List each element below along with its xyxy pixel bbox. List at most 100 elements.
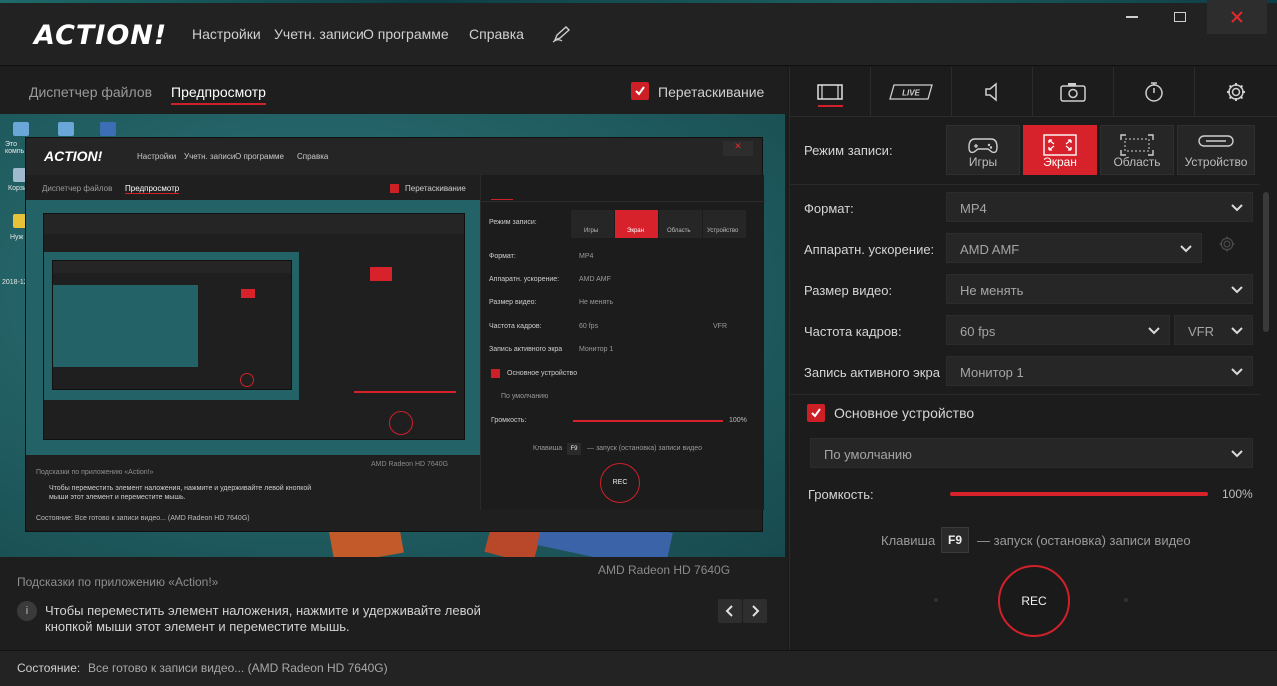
nested-hotkey-desc: — запуск (остановка) записи видео xyxy=(587,445,703,452)
menu-accounts[interactable]: Учетн. записи xyxy=(274,26,364,42)
right-pane: LIVE Режим записи: Игры Экран Область Ус… xyxy=(789,67,1277,650)
nested-logo: ACTION! xyxy=(44,148,103,164)
nested-mode-games: Игры xyxy=(584,228,599,234)
nested-mic-device: По умолчанию xyxy=(501,393,549,400)
nested-row-label: Частота кадров: xyxy=(489,323,542,330)
pen-icon[interactable] xyxy=(552,25,572,43)
nested3-window xyxy=(52,260,292,390)
tab-settings[interactable] xyxy=(1195,67,1276,117)
nested-row-label: Размер видео: xyxy=(489,299,537,306)
desktop-label-note: Нуж xyxy=(10,234,24,241)
nested-gpu-label: AMD Radeon HD 7640G xyxy=(371,461,449,468)
mode-region-button[interactable]: Область xyxy=(1100,125,1174,175)
tab-file-manager[interactable]: Диспетчер файлов xyxy=(29,84,152,100)
live-icon: LIVE xyxy=(889,84,933,100)
tab-screenshot[interactable] xyxy=(1033,67,1114,117)
chevron-down-icon xyxy=(1180,245,1192,253)
volume-label: Громкость: xyxy=(808,487,874,502)
monitor-dropdown[interactable]: Монитор 1 xyxy=(946,356,1253,386)
nested-preview-canvas xyxy=(26,200,480,455)
monitor-value: Монитор 1 xyxy=(960,365,1024,380)
volume-slider[interactable] xyxy=(950,492,1208,496)
video-size-dropdown[interactable]: Не менять xyxy=(946,274,1253,304)
audio-device-dropdown[interactable]: По умолчанию xyxy=(810,438,1253,468)
scrollbar[interactable] xyxy=(1263,192,1269,332)
menu-help[interactable]: Справка xyxy=(469,26,524,42)
hotkey-key[interactable]: F9 xyxy=(941,527,969,553)
chevron-down-icon xyxy=(1231,450,1243,458)
stopwatch-icon xyxy=(1145,82,1163,102)
active-screen-label: Запись активного экра xyxy=(804,365,940,380)
hint-prev-button[interactable] xyxy=(718,599,742,623)
nested-tab-preview: Предпросмотр xyxy=(125,184,180,194)
mode-screen-button[interactable]: Экран xyxy=(1023,125,1097,175)
mode-device-label: Устройство xyxy=(1184,155,1248,169)
nested-row-extra: VFR xyxy=(713,323,727,330)
fps-mode-value: VFR xyxy=(1188,324,1214,339)
maximize-button[interactable] xyxy=(1155,0,1205,34)
hints-title: Подсказки по приложению «Action!» xyxy=(17,575,219,589)
region-icon xyxy=(1120,134,1154,156)
nested-row-label: Формат: xyxy=(489,253,516,260)
nested-mode-device: Устройство xyxy=(707,228,739,234)
hw-settings-gear-icon[interactable] xyxy=(1218,235,1236,256)
nested-row-value: MP4 xyxy=(579,253,594,260)
mode-games-label: Игры xyxy=(968,155,998,169)
nested-menu-about: О программе xyxy=(235,152,284,161)
primary-device-checkbox[interactable] xyxy=(807,404,825,422)
hw-accel-dropdown[interactable]: AMD AMF xyxy=(946,233,1202,263)
menu-settings[interactable]: Настройки xyxy=(192,26,261,42)
rec-button[interactable]: REC xyxy=(998,565,1070,637)
svg-text:LIVE: LIVE xyxy=(902,89,920,98)
desktop-label-computer: Это компь xyxy=(5,141,25,155)
status-label: Состояние: xyxy=(17,661,81,675)
close-button[interactable] xyxy=(1207,0,1267,34)
tab-video[interactable] xyxy=(790,67,871,117)
title-bar: ACTION! Настройки Учетн. записи О програ… xyxy=(0,0,1277,66)
volume-value: 100% xyxy=(1222,487,1253,501)
record-mode-label: Режим записи: xyxy=(804,143,893,158)
gamepad-icon xyxy=(968,138,998,154)
tab-audio[interactable] xyxy=(952,67,1033,117)
info-icon: i xyxy=(17,601,37,621)
fps-value: 60 fps xyxy=(960,324,996,339)
nested-hints-title: Подсказки по приложению «Action!» xyxy=(36,469,154,476)
format-dropdown[interactable]: MP4 xyxy=(946,192,1253,222)
nested-rec-button: REC xyxy=(600,463,640,503)
nested-menu-help: Справка xyxy=(297,152,329,161)
video-size-value: Не менять xyxy=(960,283,1024,298)
hint-next-button[interactable] xyxy=(743,599,767,623)
chevron-down-icon xyxy=(1231,368,1243,376)
tab-live[interactable]: LIVE xyxy=(871,67,952,117)
tab-timer[interactable] xyxy=(1114,67,1195,117)
drag-checkbox[interactable] xyxy=(631,82,649,100)
hw-accel-label: Аппаратн. ускорение: xyxy=(804,242,935,257)
menu-about[interactable]: О программе xyxy=(363,26,449,42)
nested-mode-screen: Экран xyxy=(627,228,644,234)
nested-row-label: Аппаратн. ускорение: xyxy=(489,276,560,283)
audio-device-value: По умолчанию xyxy=(824,447,912,462)
fps-dropdown[interactable]: 60 fps xyxy=(946,315,1170,345)
nested-row-value: 60 fps xyxy=(579,323,599,330)
mode-device-button[interactable]: Устройство xyxy=(1177,125,1255,175)
device-icon xyxy=(1198,135,1234,147)
desktop-strip xyxy=(0,0,1277,3)
minimize-button[interactable] xyxy=(1107,0,1157,34)
mode-games-button[interactable]: Игры xyxy=(946,125,1020,175)
nested2-window xyxy=(43,213,465,440)
format-label: Формат: xyxy=(804,201,854,216)
chevron-down-icon xyxy=(1231,327,1243,335)
divider xyxy=(790,394,1260,395)
indicator-dot xyxy=(934,598,938,602)
fps-mode-dropdown[interactable]: VFR xyxy=(1174,315,1253,345)
nested-menu-settings: Настройки xyxy=(137,152,177,161)
nested-status: Состояние: Все готово к записи видео... … xyxy=(36,515,250,522)
nested-hotkey-key: F9 xyxy=(567,443,581,455)
left-pane: Диспетчер файлов Предпросмотр Перетаскив… xyxy=(0,67,787,650)
monitor-icon xyxy=(58,122,74,136)
nested-row-label: Запись активного экра xyxy=(489,346,563,353)
tab-preview[interactable]: Предпросмотр xyxy=(171,84,266,105)
chevron-down-icon xyxy=(1231,204,1243,212)
nested-row-value: Монитор 1 xyxy=(579,346,614,353)
nested-row-value: Не менять xyxy=(579,299,614,306)
